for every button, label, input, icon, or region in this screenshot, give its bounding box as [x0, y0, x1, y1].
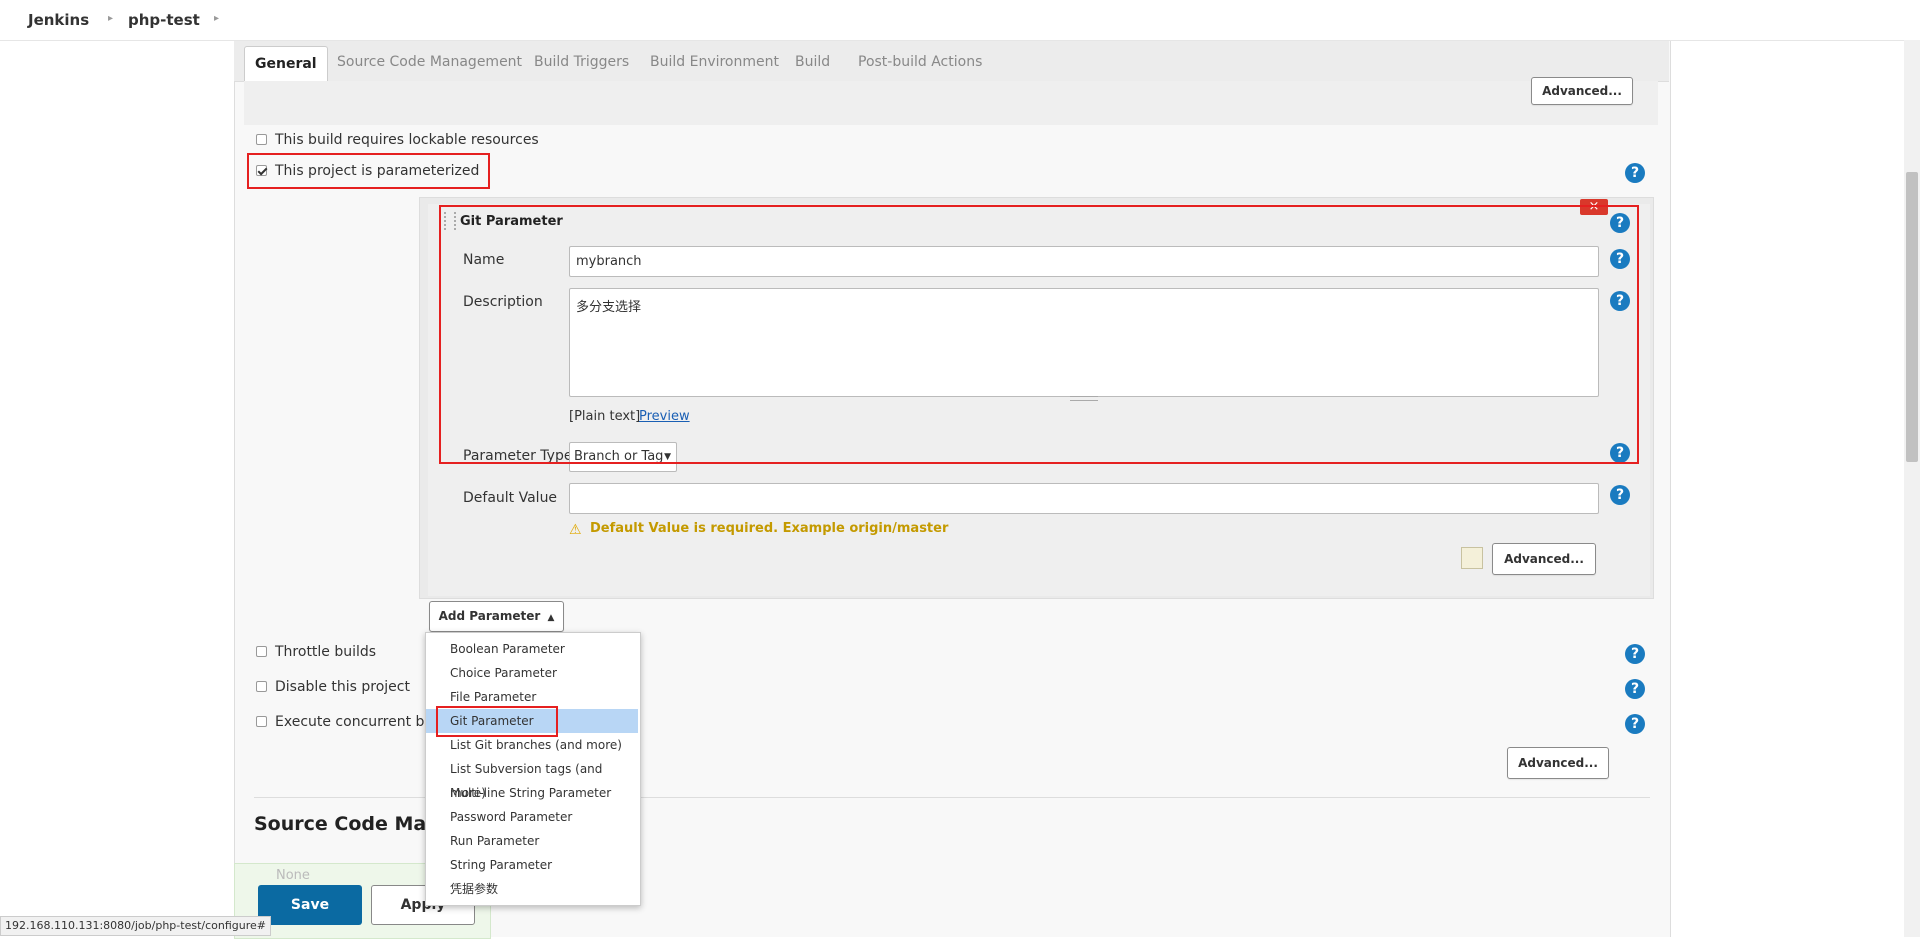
- throttle-checkbox[interactable]: [256, 646, 267, 657]
- section-heading-scm: Source Code Mana: [254, 813, 453, 835]
- breadcrumb-jenkins[interactable]: Jenkins: [28, 11, 89, 29]
- default-value-input[interactable]: [569, 483, 1599, 514]
- tab-general[interactable]: General: [244, 46, 328, 82]
- scm-none-label: None: [276, 868, 310, 883]
- add-parameter-button[interactable]: Add Parameter ▲: [429, 601, 564, 632]
- menu-item-choice[interactable]: Choice Parameter: [426, 661, 638, 685]
- breadcrumb-separator-icon[interactable]: ▸: [108, 13, 113, 24]
- add-parameter-label: Add Parameter: [438, 609, 541, 623]
- tab-source-code-management[interactable]: Source Code Management: [337, 54, 522, 70]
- warning-icon: ⚠: [569, 522, 582, 538]
- advanced-button-parameter[interactable]: Advanced...: [1492, 543, 1596, 575]
- advanced-button-bottom[interactable]: Advanced...: [1507, 747, 1609, 779]
- menu-item-list-subversion-tags[interactable]: List Subversion tags (and more): [426, 757, 638, 800]
- highlight-box-git-parameter: [439, 205, 1639, 464]
- caret-up-icon: ▲: [547, 613, 555, 623]
- throttle-label: Throttle builds: [275, 644, 377, 660]
- tab-post-build-actions[interactable]: Post-build Actions: [858, 54, 982, 70]
- general-top-strip: [244, 81, 1658, 125]
- default-value-warning: Default Value is required. Example origi…: [590, 521, 949, 536]
- save-button[interactable]: Save: [258, 885, 362, 925]
- menu-item-run[interactable]: Run Parameter: [426, 829, 638, 853]
- menu-item-multiline-string[interactable]: Multi-line String Parameter: [426, 781, 638, 805]
- config-tabs: General Source Code Management Build Tri…: [234, 41, 1669, 82]
- breadcrumb-bar: Jenkins ▸ php-test ▸: [0, 0, 1920, 41]
- help-icon[interactable]: ?: [1610, 485, 1630, 505]
- add-parameter-menu: Boolean Parameter Choice Parameter File …: [425, 632, 641, 906]
- breadcrumb-separator-icon[interactable]: ▸: [214, 13, 219, 24]
- default-value-label: Default Value: [463, 490, 558, 506]
- help-icon[interactable]: ?: [1625, 714, 1645, 734]
- help-icon[interactable]: ?: [1625, 679, 1645, 699]
- highlight-box-parameterized: [247, 153, 490, 189]
- advanced-button-top[interactable]: Advanced...: [1531, 77, 1633, 105]
- highlight-box-git-menu-item: [436, 706, 558, 737]
- tab-build-environment[interactable]: Build Environment: [650, 54, 779, 70]
- notepad-icon[interactable]: [1461, 547, 1483, 569]
- disable-label: Disable this project: [275, 679, 410, 695]
- menu-item-boolean[interactable]: Boolean Parameter: [426, 637, 638, 661]
- help-icon[interactable]: ?: [1625, 163, 1645, 183]
- lockable-checkbox[interactable]: [256, 134, 267, 145]
- concurrent-checkbox[interactable]: [256, 716, 267, 727]
- scrollbar-thumb[interactable]: [1906, 172, 1918, 462]
- menu-item-string[interactable]: String Parameter: [426, 853, 638, 877]
- tab-build[interactable]: Build: [795, 54, 830, 70]
- breadcrumb-job[interactable]: php-test: [128, 11, 200, 29]
- menu-item-password[interactable]: Password Parameter: [426, 805, 638, 829]
- status-url: 192.168.110.131:8080/job/php-test/config…: [0, 916, 271, 936]
- menu-item-credentials[interactable]: 凭据参数: [426, 877, 638, 901]
- lockable-label: This build requires lockable resources: [275, 132, 539, 148]
- tab-build-triggers[interactable]: Build Triggers: [534, 54, 629, 70]
- help-icon[interactable]: ?: [1625, 644, 1645, 664]
- disable-checkbox[interactable]: [256, 681, 267, 692]
